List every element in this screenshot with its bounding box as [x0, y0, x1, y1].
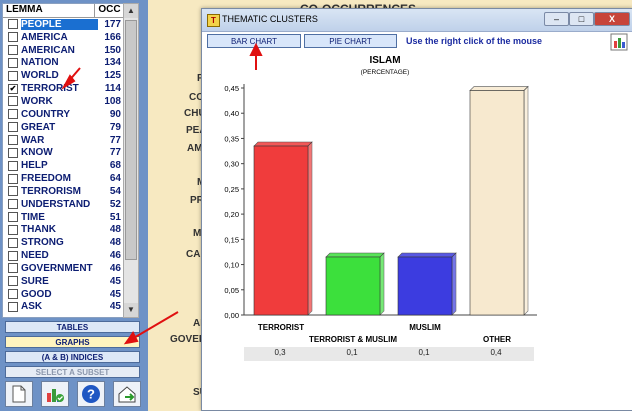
annotation-arrowhead-bar-chart — [249, 42, 263, 56]
annotation-arrowhead-graphs — [123, 331, 139, 345]
annotation-arrows — [61, 42, 263, 345]
annotation-arrow-graphs — [131, 311, 179, 340]
annotation-arrowhead-terrorist — [61, 74, 76, 90]
